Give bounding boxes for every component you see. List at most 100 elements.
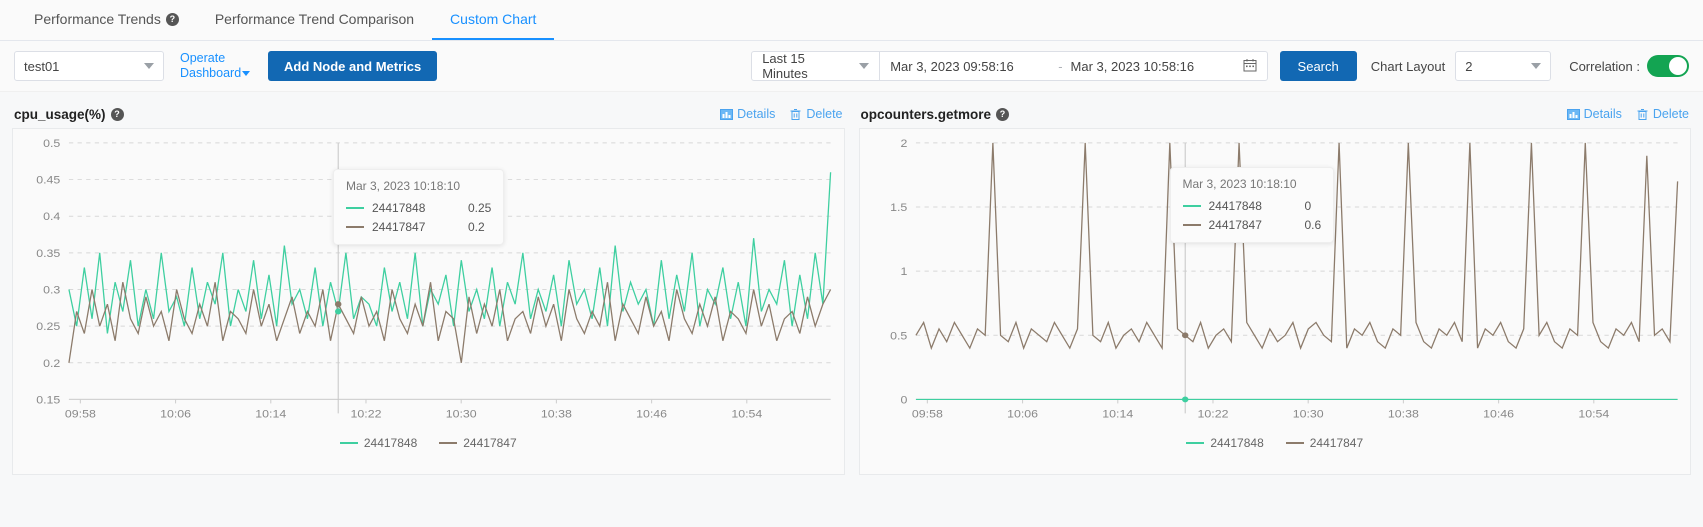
delete-action[interactable]: Delete bbox=[789, 107, 843, 121]
time-range-preset-select[interactable]: Last 15 Minutes bbox=[752, 52, 881, 80]
help-icon[interactable]: ? bbox=[110, 107, 124, 121]
chart-layout-label: Chart Layout bbox=[1370, 58, 1446, 74]
delete-label: Delete bbox=[1652, 107, 1689, 121]
panel-header: cpu_usage(%) ? Details Delete bbox=[12, 100, 845, 128]
svg-text:10:38: 10:38 bbox=[541, 407, 572, 420]
calendar-icon[interactable] bbox=[1243, 58, 1257, 74]
date-range-separator: - bbox=[1058, 58, 1063, 74]
tab-label: Performance Trends bbox=[34, 11, 161, 27]
correlation-control: Correlation : bbox=[1569, 55, 1689, 77]
date-range-inputs[interactable]: Mar 3, 2023 09:58:16 - Mar 3, 2023 10:58… bbox=[880, 52, 1266, 80]
svg-text:0.4: 0.4 bbox=[43, 210, 61, 223]
details-action[interactable]: Details bbox=[1566, 107, 1622, 121]
tooltip-row: 24417847 0.6 bbox=[1182, 218, 1322, 232]
svg-text:1: 1 bbox=[900, 265, 907, 278]
legend-color-swatch bbox=[1186, 442, 1205, 444]
svg-text:10:14: 10:14 bbox=[255, 407, 286, 420]
panel-title-text: cpu_usage(%) bbox=[14, 106, 106, 122]
details-label: Details bbox=[1583, 107, 1622, 121]
tab-label: Custom Chart bbox=[450, 11, 537, 27]
legend-label: 24417847 bbox=[463, 436, 517, 450]
delete-action[interactable]: Delete bbox=[1636, 107, 1689, 121]
svg-text:09:58: 09:58 bbox=[911, 407, 942, 420]
chevron-down-icon bbox=[144, 63, 154, 69]
panel-title: opcounters.getmore ? bbox=[861, 107, 1010, 122]
tab-custom-chart[interactable]: Custom Chart bbox=[432, 0, 555, 40]
panel-actions: Details Delete bbox=[720, 107, 843, 121]
node-select[interactable]: test01 bbox=[14, 51, 164, 81]
legend-item[interactable]: 24417847 bbox=[1285, 436, 1364, 450]
legend-label: 24417847 bbox=[1309, 436, 1364, 450]
node-select-value: test01 bbox=[24, 58, 60, 74]
search-button[interactable]: Search bbox=[1279, 51, 1357, 81]
tooltip-series-value: 0.6 bbox=[1304, 218, 1322, 232]
svg-text:0.35: 0.35 bbox=[36, 246, 60, 259]
chevron-down-icon bbox=[1531, 63, 1542, 69]
legend-color-swatch bbox=[1285, 442, 1304, 444]
chart-opcounters-getmore[interactable]: 2 1.5 1 0.5 0 09:58 10:06 10:14 10:22 10:30 10:38 1… bbox=[858, 128, 1691, 475]
legend-item[interactable]: 24417848 bbox=[1186, 436, 1264, 450]
add-node-and-metrics-button[interactable]: Add Node and Metrics bbox=[268, 51, 438, 81]
series-color-swatch bbox=[346, 207, 364, 209]
svg-text:10:46: 10:46 bbox=[636, 407, 667, 420]
svg-text:0.2: 0.2 bbox=[43, 356, 61, 369]
svg-text:0.25: 0.25 bbox=[36, 320, 60, 333]
caret-down-icon bbox=[242, 71, 251, 76]
legend-color-swatch bbox=[339, 442, 358, 444]
svg-text:0.5: 0.5 bbox=[890, 329, 908, 342]
correlation-toggle[interactable] bbox=[1647, 55, 1689, 77]
help-icon[interactable]: ? bbox=[996, 107, 1010, 121]
svg-text:10:14: 10:14 bbox=[1102, 407, 1133, 420]
help-icon[interactable]: ? bbox=[165, 12, 179, 26]
chart-legend: 24417848 24417847 bbox=[13, 436, 844, 450]
series-color-swatch bbox=[1182, 224, 1201, 226]
end-date-input[interactable]: Mar 3, 2023 10:58:16 bbox=[1071, 59, 1231, 74]
svg-text:10:22: 10:22 bbox=[1197, 407, 1228, 420]
panel-actions: Details Delete bbox=[1566, 107, 1689, 121]
panel-title-text: opcounters.getmore bbox=[860, 106, 992, 122]
svg-text:09:58: 09:58 bbox=[65, 407, 96, 420]
trash-icon bbox=[789, 108, 802, 121]
toolbar: test01 Operate Dashboard Add Node and Me… bbox=[0, 41, 1703, 92]
tooltip-series-name: 24417848 bbox=[372, 201, 426, 215]
svg-text:0.15: 0.15 bbox=[36, 393, 60, 406]
tooltip-series-value: 0.2 bbox=[468, 220, 485, 234]
svg-text:10:38: 10:38 bbox=[1387, 407, 1418, 420]
details-label: Details bbox=[737, 107, 776, 121]
chart-icon bbox=[720, 108, 734, 121]
series-color-swatch bbox=[1182, 205, 1201, 207]
svg-text:10:54: 10:54 bbox=[1578, 407, 1609, 420]
operate-dashboard-link[interactable]: Operate Dashboard bbox=[180, 51, 254, 81]
chart-legend: 24417848 24417847 bbox=[860, 436, 1691, 450]
legend-item[interactable]: 24417847 bbox=[439, 436, 517, 450]
chart-layout-value: 2 bbox=[1465, 58, 1473, 74]
tab-performance-trends[interactable]: Performance Trends ? bbox=[16, 0, 197, 40]
tooltip-series-name: 24417848 bbox=[1208, 199, 1262, 213]
svg-text:10:46: 10:46 bbox=[1483, 407, 1514, 420]
chart-cpu-usage[interactable]: 0.5 0.45 0.4 0.35 0.3 0.25 0.2 0.15 09:58 10:06 10… bbox=[12, 128, 845, 475]
svg-text:10:54: 10:54 bbox=[731, 407, 762, 420]
svg-text:0.5: 0.5 bbox=[43, 136, 61, 149]
legend-label: 24417848 bbox=[363, 436, 418, 450]
correlation-label: Correlation : bbox=[1569, 58, 1640, 74]
tooltip-time: Mar 3, 2023 10:18:10 bbox=[346, 179, 461, 193]
svg-text:0: 0 bbox=[900, 393, 907, 406]
tooltip-series-name: 24417847 bbox=[1208, 218, 1262, 232]
svg-text:0.3: 0.3 bbox=[43, 283, 61, 296]
tooltip-row: 24417848 0 bbox=[1182, 199, 1322, 213]
chart-layout-select[interactable]: 2 bbox=[1455, 51, 1552, 81]
start-date-input[interactable]: Mar 3, 2023 09:58:16 bbox=[890, 59, 1050, 74]
tab-performance-trend-comparison[interactable]: Performance Trend Comparison bbox=[197, 0, 432, 40]
tooltip-series-value: 0.25 bbox=[468, 201, 492, 215]
charts-container: cpu_usage(%) ? Details Delete 0.5 0.45 0… bbox=[0, 92, 1703, 475]
operate-label: Operate bbox=[180, 51, 226, 65]
tab-bar: Performance Trends ? Performance Trend C… bbox=[0, 0, 1703, 41]
details-action[interactable]: Details bbox=[720, 107, 775, 121]
chevron-down-icon bbox=[859, 63, 870, 69]
svg-text:0.45: 0.45 bbox=[36, 173, 60, 186]
chart-icon bbox=[1566, 108, 1580, 121]
chart-tooltip: Mar 3, 2023 10:18:10 24417848 0 24417847… bbox=[1169, 167, 1335, 243]
tooltip-row: 24417848 0.25 bbox=[346, 201, 491, 215]
legend-item[interactable]: 24417848 bbox=[339, 436, 418, 450]
svg-text:10:30: 10:30 bbox=[1292, 407, 1323, 420]
